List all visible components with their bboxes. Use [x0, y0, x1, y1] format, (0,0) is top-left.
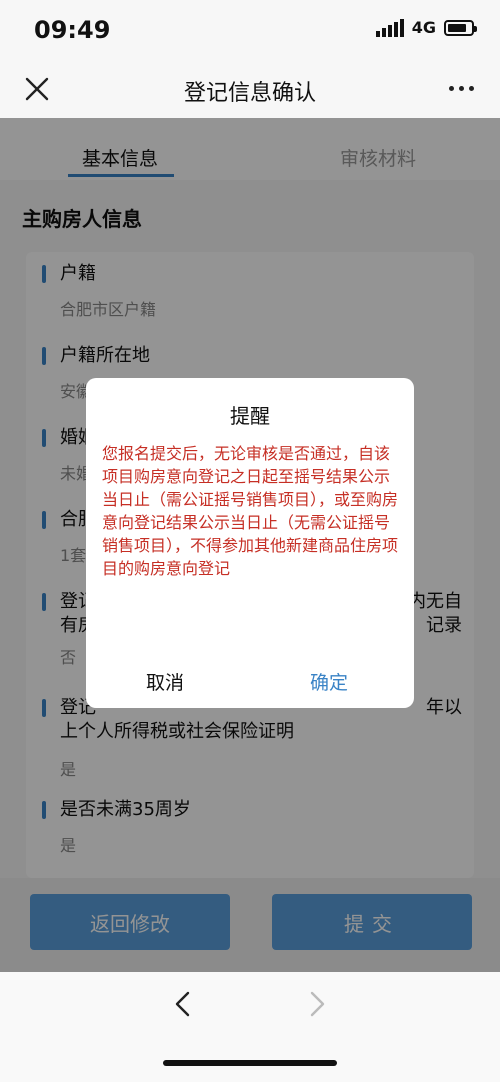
dialog-cancel-button[interactable]: 取消: [146, 668, 184, 695]
back-arrow-icon[interactable]: [172, 990, 194, 1018]
status-time: 09:49: [34, 16, 111, 44]
page-title: 登记信息确认: [183, 81, 316, 106]
more-icon[interactable]: [449, 86, 474, 91]
nav-bar: 登记信息确认: [0, 60, 500, 118]
signal-icon: [375, 18, 404, 37]
reminder-dialog: 提醒 您报名提交后，无论审核是否通过，自该项目购房意向登记之日起至摇号结果公示当…: [86, 378, 414, 708]
forward-arrow-icon[interactable]: [306, 990, 328, 1018]
browser-toolbar: [0, 972, 500, 1082]
status-icons: 4G: [375, 18, 477, 37]
status-bar: 09:49 4G: [0, 0, 500, 60]
battery-icon: [444, 19, 477, 36]
home-indicator[interactable]: [163, 1060, 337, 1066]
dialog-confirm-button[interactable]: 确定: [310, 668, 348, 695]
dialog-title: 提醒: [230, 404, 270, 428]
network-type: 4G: [411, 18, 436, 37]
dialog-message: 您报名提交后，无论审核是否通过，自该项目购房意向登记之日起至摇号结果公示当日止（…: [102, 444, 399, 578]
